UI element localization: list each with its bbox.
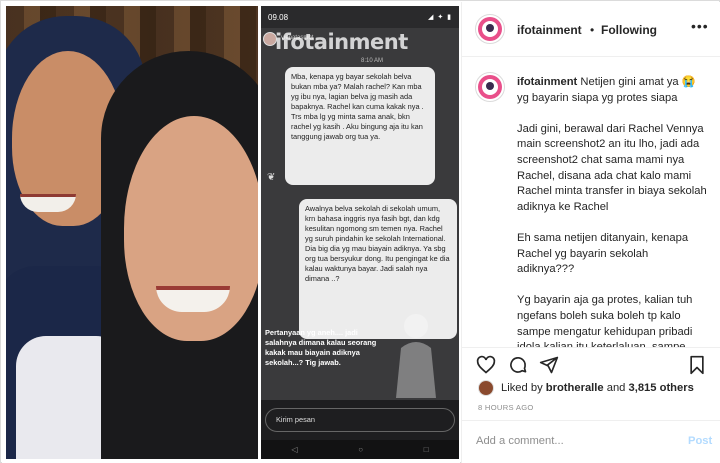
profile-avatar[interactable] — [475, 14, 505, 44]
caption-paragraph: ifotainment Netijen gini amat ya 😭 yg ba… — [517, 75, 707, 106]
post-comment-button[interactable]: Post — [688, 435, 712, 447]
caption-paragraph: Jadi gini, berawal dari Rachel Vennya ma… — [517, 122, 707, 213]
following-button[interactable]: Following — [601, 23, 657, 37]
message-time: 8:10 AM — [361, 58, 384, 64]
reply-input: Kirim pesan — [265, 408, 455, 432]
story-screenshot: 09.08 ◢ ✦ ▮ vienatasmot ifotainment 8:10… — [261, 6, 459, 459]
status-time: 09.08 — [268, 12, 289, 22]
home-icon: ○ — [358, 445, 364, 454]
caption-username[interactable]: ifotainment — [517, 76, 577, 88]
comment-bubble-icon[interactable] — [508, 355, 528, 375]
sticker-icon: ❦ — [267, 172, 276, 183]
story-caption: Pertanyaan yg aneh.... jadi salahnya dim… — [265, 328, 377, 367]
separator-dot: • — [590, 23, 595, 37]
caption-paragraph: Eh sama netijen ditanyain, kenapa Rachel… — [517, 231, 689, 276]
save-bookmark-icon[interactable] — [687, 355, 707, 375]
post-timestamp[interactable]: 8 HOURS AGO — [478, 403, 534, 412]
watermark: ifotainment — [275, 30, 408, 54]
post-header: ifotainment • Following ••• — [462, 2, 720, 57]
phone-status-bar: 09.08 ◢ ✦ ▮ — [261, 6, 459, 28]
selfie-photo — [6, 6, 258, 459]
caption-section: ifotainment Netijen gini amat ya 😭 yg ba… — [462, 58, 720, 347]
recents-icon: □ — [423, 445, 429, 454]
reply-bar: Kirim pesan — [261, 400, 459, 440]
liked-by-avatar[interactable] — [478, 380, 494, 396]
post-side-panel: ifotainment • Following ••• ifotainment … — [461, 2, 720, 463]
add-comment-bar: Add a comment... Post — [462, 420, 720, 463]
caption-paragraph: Yg bayarin aja ga protes, kalian tuh nge… — [517, 294, 693, 347]
liked-user-link[interactable]: brotheralle — [546, 382, 604, 394]
post-media[interactable]: 09.08 ◢ ✦ ▮ vienatasmot ifotainment 8:10… — [2, 2, 460, 463]
liked-and: and — [606, 382, 626, 394]
instagram-post-modal: 09.08 ◢ ✦ ▮ vienatasmot ifotainment 8:10… — [0, 0, 720, 463]
chat-bubble-question: Mba, kenapa yg bayar sekolah belva bukan… — [285, 67, 435, 185]
back-icon: ◁ — [291, 445, 298, 454]
caption-avatar[interactable] — [475, 72, 505, 102]
decorative-figure-illustration — [396, 314, 436, 398]
post-caption: ifotainment Netijen gini amat ya 😭 yg ba… — [517, 75, 707, 347]
liked-others-link[interactable]: 3,815 others — [629, 382, 694, 394]
android-nav-bar: ◁ ○ □ — [261, 440, 459, 459]
share-send-icon[interactable] — [539, 355, 559, 375]
comment-input[interactable]: Add a comment... — [476, 435, 676, 447]
liked-prefix: Liked by — [501, 382, 543, 394]
signal-battery-icon: ◢ ✦ ▮ — [428, 14, 452, 21]
like-heart-icon[interactable] — [476, 355, 496, 375]
chat-area: vienatasmot ifotainment 8:10 AM Mba, ken… — [261, 28, 459, 400]
action-bar — [462, 347, 720, 375]
more-options-icon[interactable]: ••• — [691, 18, 709, 34]
header-username[interactable]: ifotainment — [517, 23, 582, 37]
likes-summary: Liked by brotheralle and 3,815 others — [478, 379, 694, 397]
